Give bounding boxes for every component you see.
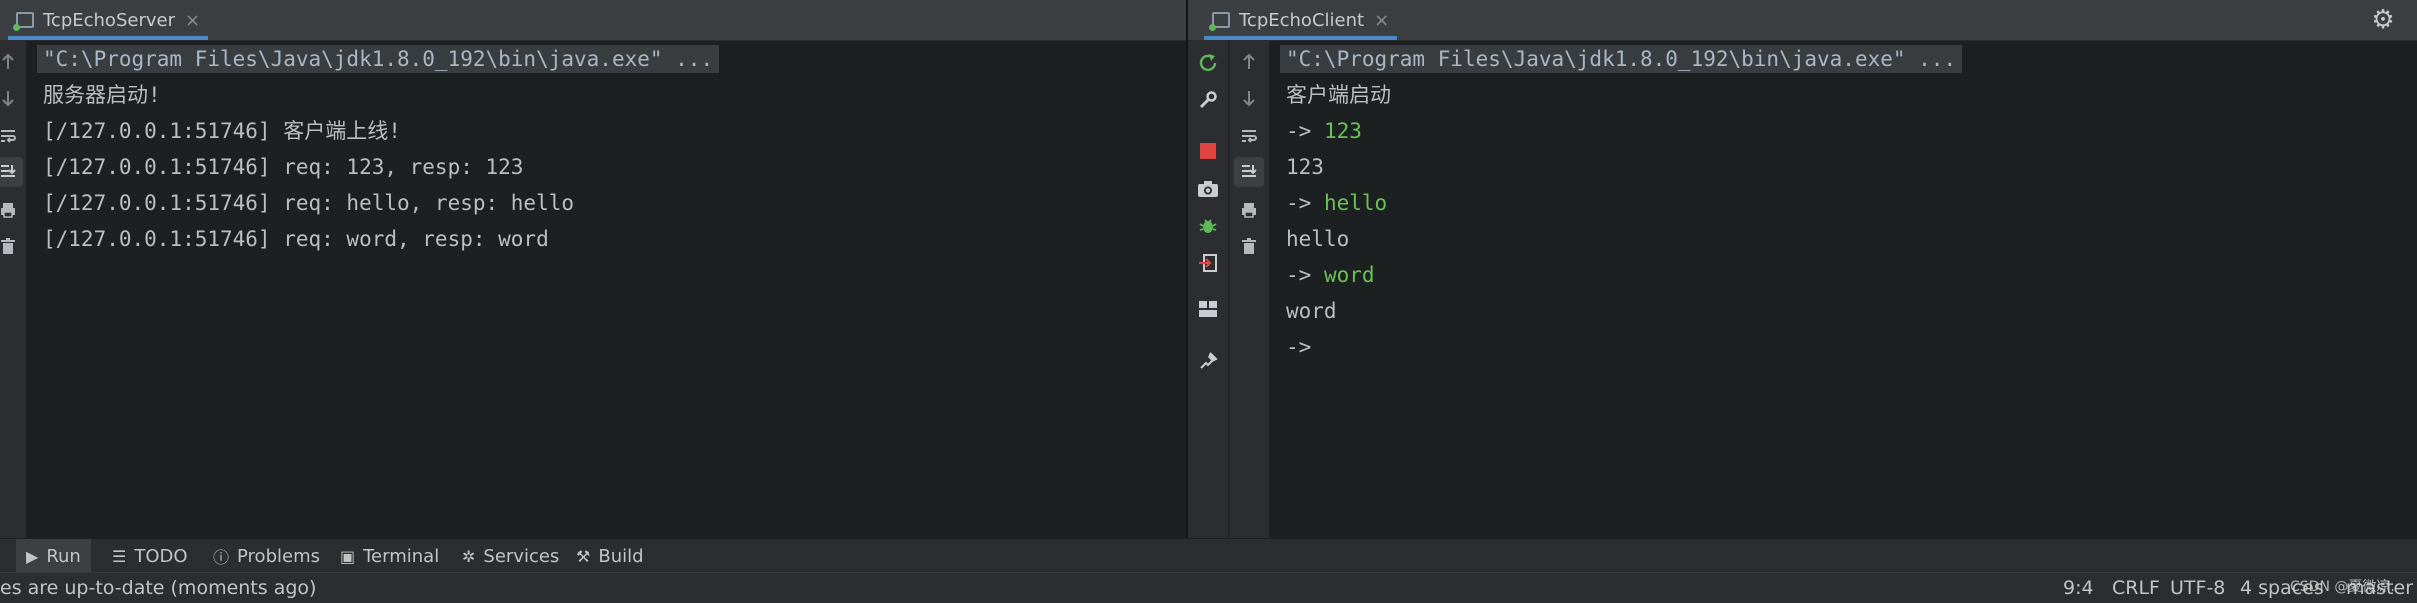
arrow-down-icon[interactable] <box>1234 83 1264 113</box>
arrow-up-icon[interactable] <box>1234 47 1264 77</box>
tool-window-run[interactable]: ▶ Run <box>16 539 91 573</box>
console-input-line: -> word <box>1286 263 1375 287</box>
tab-tcp-echo-client[interactable]: TcpEchoClient × <box>1204 0 1398 40</box>
gear-icon[interactable]: ⚙ <box>2369 6 2397 34</box>
tab-tcp-echo-server[interactable]: TcpEchoServer × <box>8 0 209 40</box>
console-line: [/127.0.0.1:51746] req: hello, resp: hel… <box>43 191 575 215</box>
caret-position[interactable]: 9:4 <box>2063 573 2094 603</box>
hammer-icon: ⚒ <box>576 546 591 566</box>
console-line: 客户端启动 <box>1286 83 1391 107</box>
console-line: "C:\Program Files\Java\jdk1.8.0_192\bin\… <box>37 43 720 75</box>
play-icon: ▶ <box>26 546 39 566</box>
console-input-line[interactable]: -> <box>1286 331 1324 363</box>
tool-window-problems[interactable]: ⓘ Problems <box>203 539 330 573</box>
server-tab-bar: TcpEchoServer × <box>0 0 1186 41</box>
console-line: hello <box>1286 227 1350 251</box>
tool-window-services[interactable]: ✲ Services <box>452 539 569 573</box>
client-console-output[interactable]: "C:\Program Files\Java\jdk1.8.0_192\bin\… <box>1270 41 2417 538</box>
close-icon[interactable]: × <box>185 10 200 31</box>
client-tab-bar: TcpEchoClient × ⚙ <box>1188 0 2417 41</box>
layout-icon[interactable] <box>1193 294 1223 324</box>
line-separator[interactable]: CRLF <box>2112 573 2160 603</box>
server-run-panel: TcpEchoServer × "C:\Program Files\Java\j… <box>0 0 1186 538</box>
list-icon: ☰ <box>112 546 127 566</box>
close-icon[interactable]: × <box>1374 10 1389 31</box>
terminal-icon: ▣ <box>340 546 356 566</box>
client-console-toolbar <box>1229 41 1270 538</box>
run-config-icon <box>13 12 34 31</box>
client-run-panel: TcpEchoClient × ⚙ "C:\Program Files\Java… <box>1188 0 2417 538</box>
soft-wrap-icon[interactable] <box>0 121 23 151</box>
trash-icon[interactable] <box>0 231 23 261</box>
console-line: 123 <box>1286 155 1324 179</box>
wrench-icon[interactable] <box>1193 85 1223 115</box>
arrow-down-icon[interactable] <box>0 83 23 113</box>
active-tab-indicator <box>1204 36 1398 40</box>
trash-icon[interactable] <box>1234 231 1264 261</box>
exit-icon[interactable] <box>1193 248 1223 278</box>
camera-icon[interactable] <box>1193 174 1223 204</box>
client-run-actions <box>1188 41 1229 538</box>
active-tab-indicator <box>8 36 209 40</box>
tab-label: TcpEchoServer <box>43 9 175 31</box>
print-icon[interactable] <box>1234 195 1264 225</box>
tool-window-bar: ▶ Run ☰ TODO ⓘ Problems ▣ Terminal ✲ Ser… <box>0 538 2417 573</box>
scroll-to-end-icon[interactable] <box>1234 157 1264 187</box>
file-encoding[interactable]: UTF-8 <box>2170 573 2225 603</box>
run-config-icon <box>1209 12 1230 31</box>
rerun-icon[interactable] <box>1193 47 1223 77</box>
info-icon: ⓘ <box>213 548 230 567</box>
arrow-up-icon[interactable] <box>0 47 23 77</box>
console-line: 服务器启动! <box>43 83 161 107</box>
tool-window-build[interactable]: ⚒ Build <box>566 539 654 573</box>
console-line: [/127.0.0.1:51746] req: 123, resp: 123 <box>43 155 524 179</box>
scroll-to-end-icon[interactable] <box>0 157 23 187</box>
console-line: word <box>1286 299 1337 323</box>
server-toolbar <box>0 41 27 538</box>
console-line: [/127.0.0.1:51746] 客户端上线! <box>43 119 401 143</box>
print-icon[interactable] <box>0 195 23 225</box>
services-icon: ✲ <box>462 546 476 566</box>
console-input-line: -> 123 <box>1286 119 1362 143</box>
console-line: "C:\Program Files\Java\jdk1.8.0_192\bin\… <box>1280 43 1963 75</box>
soft-wrap-icon[interactable] <box>1234 121 1264 151</box>
tool-window-todo[interactable]: ☰ TODO <box>102 539 198 573</box>
console-line: [/127.0.0.1:51746] req: word, resp: word <box>43 227 549 251</box>
stop-icon[interactable] <box>1193 136 1223 166</box>
pin-icon[interactable] <box>1193 346 1223 376</box>
console-input-line: -> hello <box>1286 191 1388 215</box>
watermark: CSDN @夏微凉. <box>2290 579 2395 595</box>
tool-window-terminal[interactable]: ▣ Terminal <box>330 539 449 573</box>
server-console-output[interactable]: "C:\Program Files\Java\jdk1.8.0_192\bin\… <box>27 41 1186 538</box>
status-bar: es are up-to-date (moments ago) 9:4 CRLF… <box>0 572 2417 603</box>
tab-label: TcpEchoClient <box>1239 9 1365 31</box>
status-message[interactable]: es are up-to-date (moments ago) <box>0 573 316 603</box>
debug-bug-icon[interactable] <box>1193 211 1223 241</box>
